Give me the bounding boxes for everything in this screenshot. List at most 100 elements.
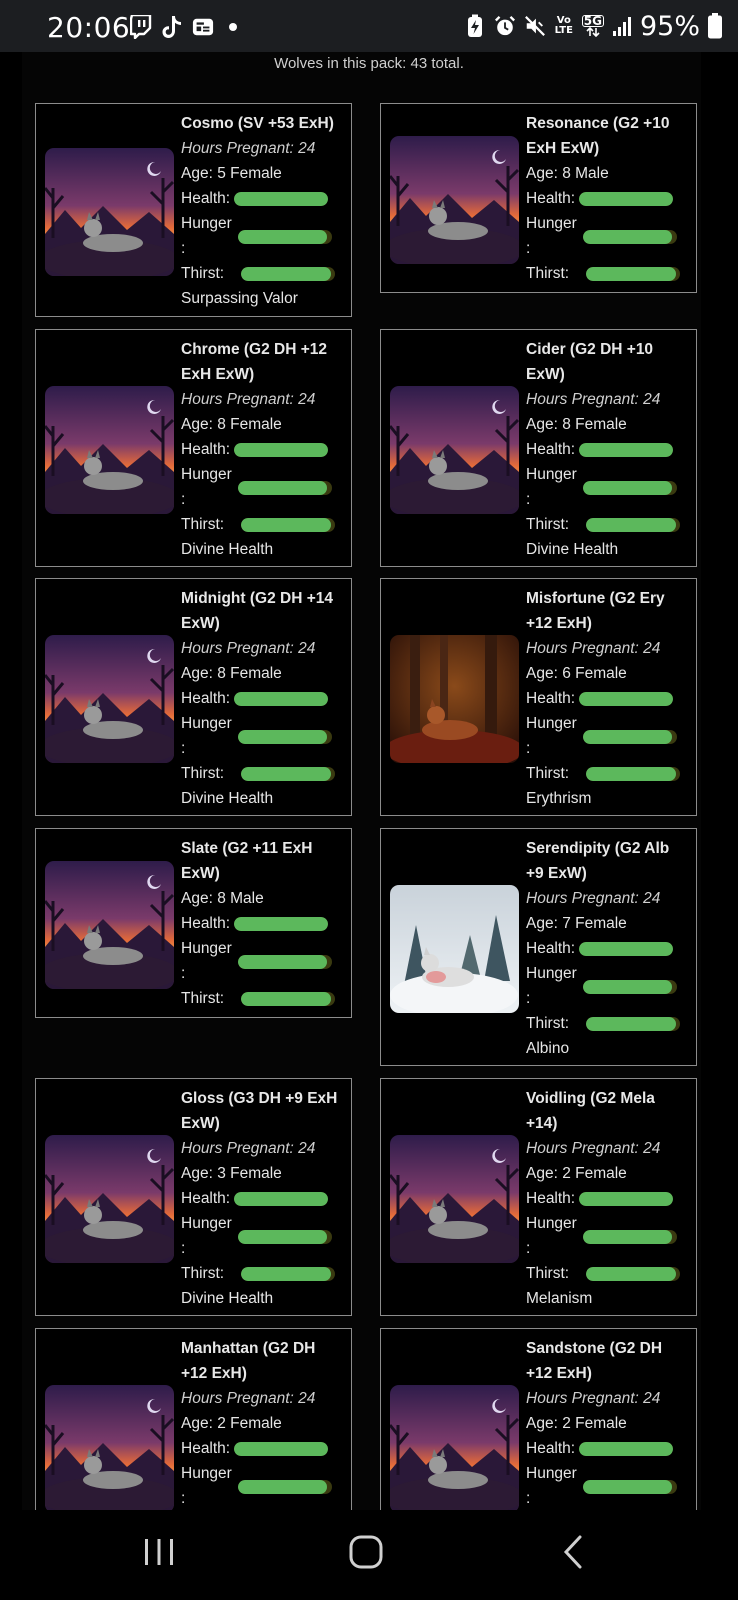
- back-icon[interactable]: [543, 1530, 603, 1574]
- wolf-card[interactable]: Cider (G2 DH +10 ExW) Hours Pregnant: 24 A…: [380, 329, 697, 567]
- wolf-card[interactable]: Serendipity (G2 Alb +9 ExW) Hours Pregnan…: [380, 828, 697, 1066]
- wolf-info: Midnight (G2 DH +14 ExW) Hours Pregnant: …: [181, 586, 339, 811]
- health-bar: [579, 691, 674, 706]
- hunger-bar: [238, 954, 332, 969]
- thirst-label: Thirst:: [526, 516, 570, 533]
- thirst-row: Thirst:: [526, 261, 684, 286]
- recent-apps-icon[interactable]: [129, 1530, 189, 1574]
- hunger-label: Hunger: [526, 1215, 577, 1232]
- sunset-wolf-image[interactable]: [390, 386, 519, 514]
- wolf-name[interactable]: Manhattan (G2 DH +12 ExH): [181, 1336, 339, 1386]
- sunset-wolf-image[interactable]: [45, 1385, 174, 1510]
- hunger-bar: [583, 1479, 677, 1494]
- thirst-row: Thirst:: [181, 1261, 339, 1286]
- wolf-card[interactable]: Misfortune (G2 Ery +12 ExH) Hours Pregnan…: [380, 578, 697, 816]
- hunger-label: Hunger: [181, 1215, 232, 1232]
- notification-dot-icon: [229, 23, 237, 31]
- health-bar: [579, 1191, 674, 1206]
- wolf-card[interactable]: Resonance (G2 +10 ExH ExW) Age: 8 Male Hea…: [380, 103, 697, 293]
- thirst-bar: [241, 517, 336, 532]
- sunset-wolf-image[interactable]: [45, 148, 174, 276]
- wolf-card[interactable]: Midnight (G2 DH +14 ExW) Hours Pregnant: …: [35, 578, 352, 816]
- health-row: Health:: [526, 1186, 684, 1211]
- wolf-card[interactable]: Chrome (G2 DH +12 ExH ExW) Hours Pregnant…: [35, 329, 352, 567]
- wolf-age: Age: 8 Female: [181, 665, 282, 682]
- hunger-bar: [583, 1229, 677, 1244]
- thirst-label: Thirst:: [526, 1265, 570, 1282]
- wolf-info: Manhattan (G2 DH +12 ExH) Hours Pregnant:…: [181, 1336, 339, 1510]
- wolf-info: Misfortune (G2 Ery +12 ExH) Hours Pregnan…: [526, 586, 684, 811]
- wolf-age: Age: 2 Female: [181, 1415, 282, 1432]
- wolf-name[interactable]: Misfortune (G2 Ery +12 ExH): [526, 586, 684, 636]
- wolf-trait: Erythrism: [526, 790, 592, 807]
- sunset-wolf-image[interactable]: [45, 1135, 174, 1263]
- sunset-wolf-image[interactable]: [45, 386, 174, 514]
- wolf-age: Age: 2 Female: [526, 1165, 627, 1182]
- volte-icon: Vo LTE: [554, 15, 573, 36]
- thirst-bar: [586, 266, 681, 281]
- twitch-icon: [130, 15, 152, 39]
- sunset-wolf-image[interactable]: [45, 635, 174, 763]
- wolf-age: Age: 8 Female: [181, 416, 282, 433]
- autumn-forest-wolf-image[interactable]: [390, 635, 519, 763]
- sunset-wolf-image[interactable]: [390, 136, 519, 264]
- wolf-card[interactable]: Cosmo (SV +53 ExH) Hours Pregnant: 24 Age:…: [35, 103, 352, 317]
- thirst-label: Thirst:: [526, 765, 570, 782]
- health-row: Health:: [181, 686, 339, 711]
- wolf-name[interactable]: Serendipity (G2 Alb +9 ExW): [526, 836, 684, 886]
- hours-pregnant: Hours Pregnant: 24: [526, 890, 661, 907]
- health-bar: [234, 691, 329, 706]
- thirst-label: Thirst:: [181, 765, 225, 782]
- home-icon[interactable]: [336, 1530, 396, 1574]
- hunger-bar: [583, 729, 677, 744]
- thirst-row: Thirst:: [181, 986, 339, 1011]
- hunger-label: Hunger: [526, 215, 577, 232]
- thirst-label: Thirst:: [181, 990, 225, 1007]
- thirst-label: Thirst:: [181, 1265, 225, 1282]
- health-label: Health:: [181, 915, 231, 932]
- hunger-label: Hunger: [526, 1465, 577, 1482]
- wolf-name[interactable]: Cosmo (SV +53 ExH): [181, 111, 339, 136]
- hunger-bar: [583, 979, 677, 994]
- health-row: Health:: [526, 686, 684, 711]
- wolf-name[interactable]: Gloss (G3 DH +9 ExH ExW): [181, 1086, 339, 1136]
- thirst-bar: [586, 517, 681, 532]
- wolf-name[interactable]: Voidling (G2 Mela +14): [526, 1086, 684, 1136]
- wolf-trait: Divine Health: [181, 541, 274, 558]
- wolf-card[interactable]: Gloss (G3 DH +9 ExH ExW) Hours Pregnant: …: [35, 1078, 352, 1316]
- status-time: 20:06: [47, 11, 131, 44]
- sunset-wolf-image[interactable]: [390, 1135, 519, 1263]
- wolf-info: Voidling (G2 Mela +14) Hours Pregnant: 24…: [526, 1086, 684, 1311]
- hours-pregnant: Hours Pregnant: 24: [526, 640, 661, 657]
- health-row: Health:: [181, 1186, 339, 1211]
- wolf-info: Chrome (G2 DH +12 ExH ExW) Hours Pregnant…: [181, 337, 339, 562]
- wolf-name[interactable]: Sandstone (G2 DH +12 ExH): [526, 1336, 684, 1386]
- hunger-label: Hunger: [181, 715, 232, 732]
- sunset-wolf-image[interactable]: [390, 1385, 519, 1510]
- snow-wolf-image[interactable]: [390, 885, 519, 1013]
- sunset-wolf-image[interactable]: [45, 861, 174, 989]
- status-left-icons: [130, 14, 237, 40]
- wolf-card[interactable]: Manhattan (G2 DH +12 ExH) Hours Pregnant:…: [35, 1328, 352, 1510]
- pack-count: Wolves in this pack: 43 total.: [274, 55, 464, 72]
- wolf-name[interactable]: Midnight (G2 DH +14 ExW): [181, 586, 339, 636]
- wolf-card[interactable]: Sandstone (G2 DH +12 ExH) Hours Pregnant:…: [380, 1328, 697, 1510]
- battery-saver-icon: [464, 14, 486, 37]
- health-label: Health:: [181, 1190, 231, 1207]
- wolf-card[interactable]: Slate (G2 +11 ExH ExW) Age: 8 Male Health:…: [35, 828, 352, 1018]
- hunger-label: Hunger: [181, 215, 232, 232]
- health-label: Health:: [181, 441, 231, 458]
- wolf-name[interactable]: Slate (G2 +11 ExH ExW): [181, 836, 339, 886]
- wolf-name[interactable]: Cider (G2 DH +10 ExW): [526, 337, 684, 387]
- pack-page[interactable]: Wolves in this pack: 43 total. Cosmo (SV…: [0, 52, 738, 1510]
- wolf-name[interactable]: Chrome (G2 DH +12 ExH ExW): [181, 337, 339, 387]
- health-row: Health:: [526, 186, 684, 211]
- health-bar: [579, 1441, 674, 1456]
- wolf-age: Age: 8 Female: [526, 416, 627, 433]
- health-label: Health:: [181, 1440, 231, 1457]
- wolf-name[interactable]: Resonance (G2 +10 ExH ExW): [526, 111, 684, 161]
- thirst-bar: [241, 266, 336, 281]
- wolf-card[interactable]: Voidling (G2 Mela +14) Hours Pregnant: 24…: [380, 1078, 697, 1316]
- health-bar: [234, 191, 329, 206]
- wolf-info: Gloss (G3 DH +9 ExH ExW) Hours Pregnant: …: [181, 1086, 339, 1311]
